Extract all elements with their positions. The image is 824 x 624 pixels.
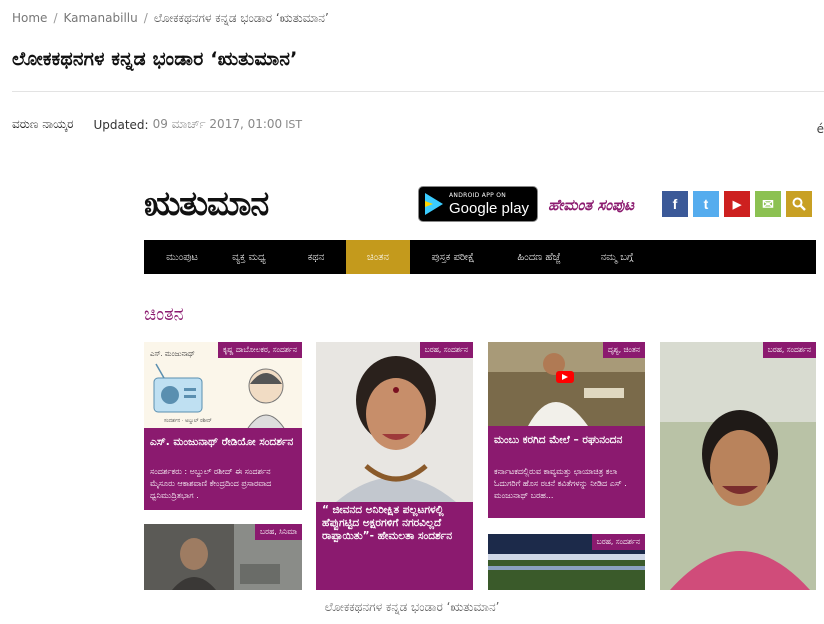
section-title: ಚಿಂತನ [144,304,184,325]
twitter-icon[interactable]: t [693,191,719,217]
nav-vyakta-madhya[interactable]: ವ್ಯಕ್ತ ಮಧ್ಯ [212,240,286,274]
svg-text:ಎಸ್. ಮಂಜುನಾಥ್: ಎಸ್. ಮಂಜುನಾಥ್ [150,350,195,358]
supplement-title: ಹೇಮಂತ ಸಂಪುಟ [548,196,635,214]
article-card[interactable]: ಬರಹ, ಸಂದರ್ಶನ “ ಜೀವನದ ಅನಿರೀಕ್ಷಿತ ಪಲ್ಲಟಗಳಲ… [316,342,473,590]
nav-kathana[interactable]: ಕಥನ [286,240,346,274]
breadcrumb-home-link[interactable]: Home [12,11,47,25]
card-title: ಎಸ್. ಮಂಜುನಾಥ್ ರೇಡಿಯೋ ಸಂದರ್ಶನ [150,436,294,448]
category-tag[interactable]: ಬರಹ, ಸಂದರ್ಶನ [762,342,816,358]
author-link[interactable]: ವರುಣ ನಾಯ್ಕರ [12,117,73,132]
share-edge-fragment: é [816,122,824,136]
nav-home[interactable]: ಮುಂಪುಟ [152,240,212,274]
facebook-icon[interactable]: f [662,191,688,217]
title-divider [12,91,824,92]
category-tag[interactable]: ಬರಹ, ಸಿನಿಮಾ [255,524,302,540]
page-title: ಲೋಕಕಥನಗಳ ಕನ್ನಡ ಭಂಡಾರ ‘ಋತುಮಾನ’ [12,48,298,70]
category-tag[interactable]: ದೃಶ್ಯ, ಚಿಂತನ [602,342,645,358]
email-icon[interactable]: ✉ [755,191,781,217]
breadcrumb-current: ಲೋಕಕಥನಗಳ ಕನ್ನಡ ಭಂಡಾರ ‘ಋತುಮಾನ’ [153,10,329,25]
card-title: ಮಂಬು ಕರಗಿದ ಮೇಲೆ – ರಘುನಂದನ [494,434,623,446]
nav-hindana-hejje[interactable]: ಹಿಂದಣ ಹೆಜ್ಜೆ [496,240,582,274]
google-play-text: Google play [449,199,530,217]
updated-label: Updated: [93,117,149,132]
nav-chintana[interactable]: ಚಿಂತನ [346,240,410,274]
article-meta: ವರುಣ ನಾಯ್ಕರ Updated: 09 ಮಾರ್ಚ್ 2017, 01:… [12,117,302,132]
google-play-small-text: ANDROID APP ON [449,191,507,199]
site-header: ಋತುಮಾನ ANDROID APP ON Google play ಹೇಮಂತ … [144,178,816,234]
play-store-icon [425,193,443,215]
card-excerpt: ಕರ್ನಾಟಕದಲ್ಲಿರುವ ಕಾವ್ಯಮತ್ತು ಛಾಯಾಚಿತ್ರ ಕಲಾ… [494,467,627,500]
updated-timezone: IST [285,118,303,131]
article-card[interactable]: ಬರಹ, ಸಂದರ್ಶನ [660,342,816,590]
category-tag[interactable]: ಬರಹ, ಸಂದರ್ಶನ [591,534,645,550]
search-icon[interactable] [786,191,812,217]
card-excerpt: ಸಂದರ್ಶಕರು : ಅಬ್ದುಲ್ ರಶೀದ್ ಈ ಸಂದರ್ಶನ ಮೈಸೂ… [150,467,272,500]
category-tag[interactable]: ಬರಹ, ಸಂದರ್ಶನ [419,342,473,358]
svg-text:ಸಂದರ್ಶನ · ಅಬ್ದುಲ್ ರಶೀದ್: ಸಂದರ್ಶನ · ಅಬ್ದುಲ್ ರಶೀದ್ [164,418,212,424]
category-tag[interactable]: ಕೃಷ್ಣ ದಾಬೋಲಕರ, ಸಂದರ್ಶನ [218,342,302,358]
updated-date: 09 ಮಾರ್ಚ್ 2017, 01:00 [152,117,283,131]
site-nav: ಮುಂಪುಟ ವ್ಯಕ್ತ ಮಧ್ಯ ಕಥನ ಚಿಂತನ ಪುಸ್ತಕ ಪರೀಕ… [144,240,816,274]
portrait-thumbnail [660,342,816,590]
breadcrumb: Home / Kamanabillu / ಲೋಕಕಥನಗಳ ಕನ್ನಡ ಭಂಡಾ… [12,9,329,27]
site-logo: ಋತುಮಾನ [144,184,269,224]
breadcrumb-section-link[interactable]: Kamanabillu [63,11,137,25]
article-card[interactable]: ಎಸ್. ಮಂಜುನಾಥ್ ಸಂದರ್ಶನ · ಅಬ್ದುಲ್ ರಶೀದ್ ಕೃ… [144,342,302,510]
breadcrumb-separator: / [53,11,58,25]
article-card[interactable]: ಬರಹ, ಸಂದರ್ಶನ [488,534,645,590]
article-card[interactable]: ಬರಹ, ಸಿನಿಮಾ [144,524,302,590]
card-title: “ ಜೀವನದ ಅನಿರೀಕ್ಷಿತ ಪಲ್ಲಟಗಳಲ್ಲಿ ಹೆಪ್ಪುಗಟ್… [322,504,453,542]
nav-about-us[interactable]: ನಮ್ಮ ಬಗ್ಗೆ [582,240,652,274]
article-card[interactable]: ದೃಶ್ಯ, ಚಿಂತನ ಮಂಬು ಕರಗಿದ ಮೇಲೆ – ರಘುನಂದನ ಕ… [488,342,645,518]
google-play-badge[interactable]: ANDROID APP ON Google play [418,186,538,222]
youtube-icon[interactable]: ▶ [724,191,750,217]
article-image: ಋತುಮಾನ ANDROID APP ON Google play ಹೇಮಂತ … [144,178,816,590]
image-caption: ಲೋಕಕಥನಗಳ ಕನ್ನಡ ಭಂಡಾರ ‘ಋತುಮಾನ’ [324,600,500,614]
breadcrumb-separator: / [143,11,148,25]
social-icons: f t ▶ ✉ [662,191,812,217]
portrait-thumbnail [316,342,473,502]
nav-book-review[interactable]: ಪುಸ್ತಕ ಪರೀಕ್ಷೆ [410,240,496,274]
